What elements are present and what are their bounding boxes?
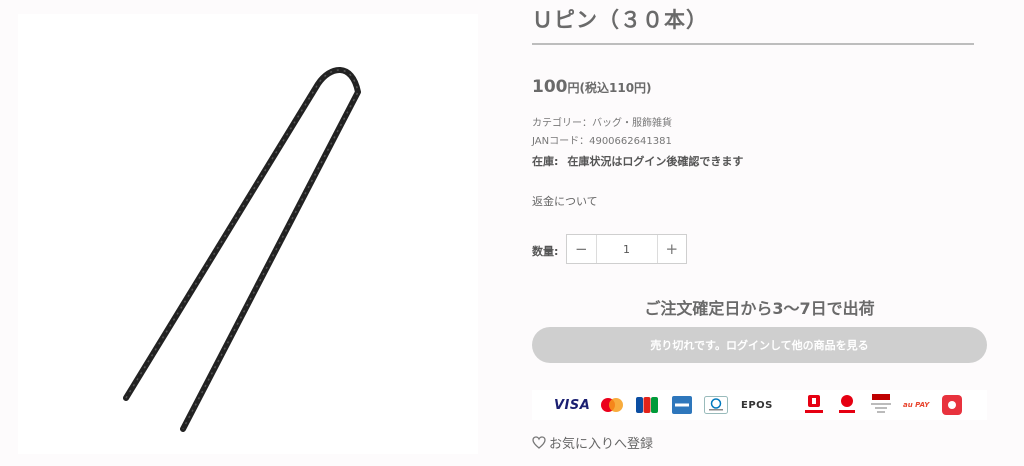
price-unit: 円 — [567, 81, 580, 95]
stock-label: 在庫: — [532, 155, 559, 168]
product-title: Ｕピン（３０本） — [532, 8, 708, 32]
visa-logo: VISA — [554, 397, 591, 413]
jan-code: JANコード：4900662641381 — [532, 136, 672, 147]
epos-logo: EPOS — [741, 399, 773, 411]
paypay-logo — [804, 390, 824, 420]
price-amount: 100 — [532, 77, 568, 97]
heart-icon — [532, 436, 546, 449]
quantity-minus-button[interactable]: − — [567, 235, 597, 263]
quantity-input[interactable] — [596, 235, 657, 263]
refund-link[interactable]: 返金について — [532, 193, 598, 209]
mastercard-logo — [600, 390, 624, 420]
favorite-button[interactable]: お気に入りへ登録 — [532, 433, 653, 452]
title-divider — [532, 43, 974, 45]
soldout-button[interactable]: 売り切れです。ログインして他の商品を見る — [532, 327, 987, 363]
diners-logo — [704, 390, 728, 420]
payment-methods: VISA EPOS au PAY — [532, 390, 987, 420]
price: 100円(税込110円) — [532, 77, 652, 97]
jcb-logo — [636, 390, 658, 420]
shipping-note: ご注文確定日から3〜7日で出荷 — [644, 299, 875, 318]
stock-status: 在庫: 在庫状況はログイン後確認できます — [532, 153, 743, 169]
product-image — [18, 14, 478, 454]
favorite-label: お気に入りへ登録 — [549, 437, 654, 452]
merpay-logo — [942, 390, 962, 420]
price-tax: (税込110円) — [579, 81, 652, 95]
rpay-logo — [870, 390, 892, 420]
amex-logo — [672, 390, 692, 420]
quantity-label: 数量: — [532, 245, 559, 258]
quantity-plus-button[interactable]: + — [656, 235, 687, 263]
aupay-logo: au PAY — [903, 401, 930, 409]
quantity-stepper: − + — [566, 234, 687, 264]
category: カテゴリー：バッグ・服飾雑貨 — [532, 118, 672, 129]
stock-value: 在庫状況はログイン後確認できます — [567, 155, 744, 168]
dpay-logo — [838, 390, 856, 420]
